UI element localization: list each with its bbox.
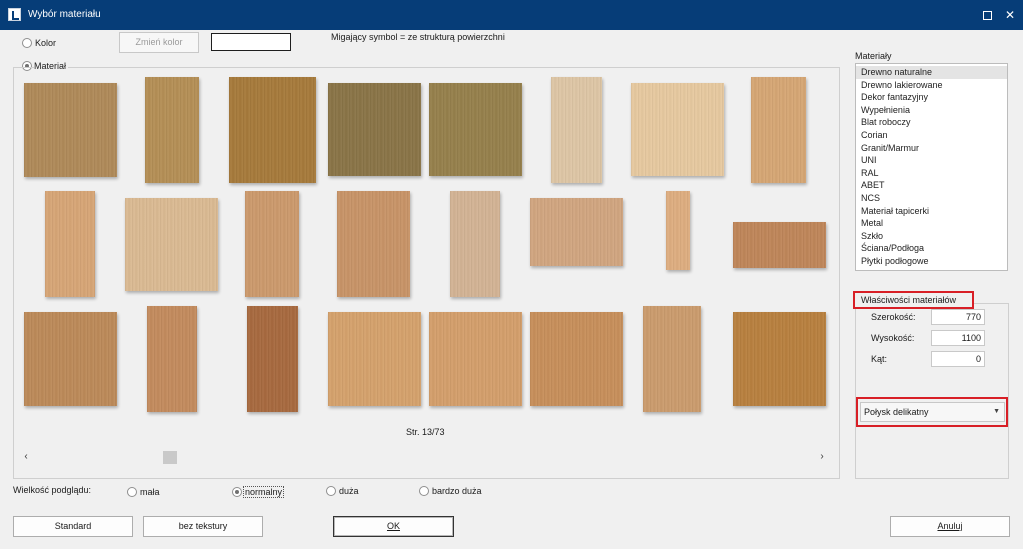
chevron-down-icon: ▼ [993,408,1000,415]
list-item[interactable]: Corian [856,129,1007,142]
radio-size-small[interactable] [127,487,137,497]
angle-field[interactable]: 0 [931,351,985,367]
scrollbar-thumb[interactable] [163,451,177,464]
maximize-icon[interactable] [980,8,994,22]
standard-button[interactable]: Standard [13,516,133,537]
materials-list[interactable]: Drewno naturalne Drewno lakierowane Dekor … [855,63,1008,271]
material-swatch[interactable] [666,191,690,270]
list-item[interactable]: UNI [856,154,1007,167]
material-swatch[interactable] [247,306,298,412]
radio-size-xlarge-label: bardzo duża [432,486,482,496]
radio-size-normal-label: normalny [243,486,285,498]
list-item[interactable]: RAL [856,167,1007,180]
list-item[interactable]: Blat roboczy [856,116,1007,129]
list-item[interactable]: Granit/Marmur [856,142,1007,155]
radio-size-small-label: mała [140,487,160,497]
radio-size-xlarge[interactable] [419,486,429,496]
material-swatch[interactable] [245,191,299,297]
surface-structure-hint: Migający symbol = ze strukturą powierzch… [331,32,505,42]
radio-size-large[interactable] [326,486,336,496]
change-color-button[interactable]: Zmień kolor [119,32,199,53]
standard-button-label: Standard [54,521,92,531]
list-item[interactable]: NCS [856,192,1007,205]
material-swatch[interactable] [551,77,602,183]
no-texture-button[interactable]: bez tekstury [143,516,263,537]
material-swatch[interactable] [450,191,500,297]
material-swatch[interactable] [24,83,117,177]
page-indicator: Str. 13/73 [406,427,445,437]
list-item[interactable]: Drewno lakierowane [856,79,1007,92]
material-swatch[interactable] [328,312,421,406]
title-bar: Wybór materiału ✕ [0,0,1023,30]
materials-header: Materiały [855,51,892,61]
material-swatch[interactable] [45,191,95,297]
width-label: Szerokość: [871,312,916,322]
color-preview-box [211,33,291,51]
material-swatch[interactable] [733,312,826,406]
material-swatch[interactable] [229,77,316,183]
gallery-scrollbar[interactable]: ‹ › [14,447,836,467]
list-item[interactable]: Wypełnienia [856,104,1007,117]
material-swatch[interactable] [125,198,218,291]
list-item[interactable]: Ściana/Podłoga [856,242,1007,255]
material-swatch[interactable] [337,191,410,297]
material-swatch[interactable] [429,312,522,406]
material-swatch[interactable] [429,83,522,176]
material-swatch[interactable] [643,306,701,412]
material-swatch[interactable] [147,306,197,412]
width-field[interactable]: 770 [931,309,985,325]
ok-button-label: OK [386,521,400,531]
list-item[interactable]: Płytki podłogowe [856,255,1007,268]
preview-size-label: Wielkość podglądu: [13,485,92,495]
scroll-right-icon[interactable]: › [816,451,828,463]
cancel-button[interactable]: Anuluj [890,516,1010,537]
properties-title: Właściwości materiałów [861,295,957,305]
material-swatch[interactable] [751,77,806,183]
list-item[interactable]: Drewno naturalne [856,66,1007,79]
gloss-value: Połysk delikatny [864,407,929,417]
app-icon [8,8,21,21]
ok-button[interactable]: OK [333,516,454,537]
material-swatch[interactable] [733,222,826,268]
material-swatch[interactable] [328,83,421,176]
gloss-dropdown[interactable]: Połysk delikatny ▼ [860,402,1005,422]
list-item[interactable]: Metal [856,217,1007,230]
radio-kolor-label: Kolor [35,38,57,48]
radio-material-label: Materiał [34,61,69,71]
material-swatch[interactable] [631,83,724,176]
material-swatch[interactable] [24,312,117,406]
list-item[interactable]: Dekor fantazyjny [856,91,1007,104]
material-swatch[interactable] [530,312,623,406]
radio-size-large-label: duża [339,486,359,496]
radio-kolor[interactable] [22,38,32,48]
height-field[interactable]: 1100 [931,330,985,346]
close-icon[interactable]: ✕ [1003,8,1017,22]
no-texture-button-label: bez tekstury [178,521,228,531]
angle-label: Kąt: [871,354,888,364]
scroll-left-icon[interactable]: ‹ [20,451,32,463]
window-title: Wybór materiału [28,9,101,20]
list-item[interactable]: Materiał tapicerki [856,205,1007,218]
height-label: Wysokość: [871,333,915,343]
radio-size-normal[interactable] [232,487,242,497]
cancel-button-label: Anuluj [937,521,963,531]
list-item[interactable]: Szkło [856,230,1007,243]
material-swatch[interactable] [530,198,623,266]
material-swatch[interactable] [145,77,199,183]
list-item[interactable]: ABET [856,179,1007,192]
